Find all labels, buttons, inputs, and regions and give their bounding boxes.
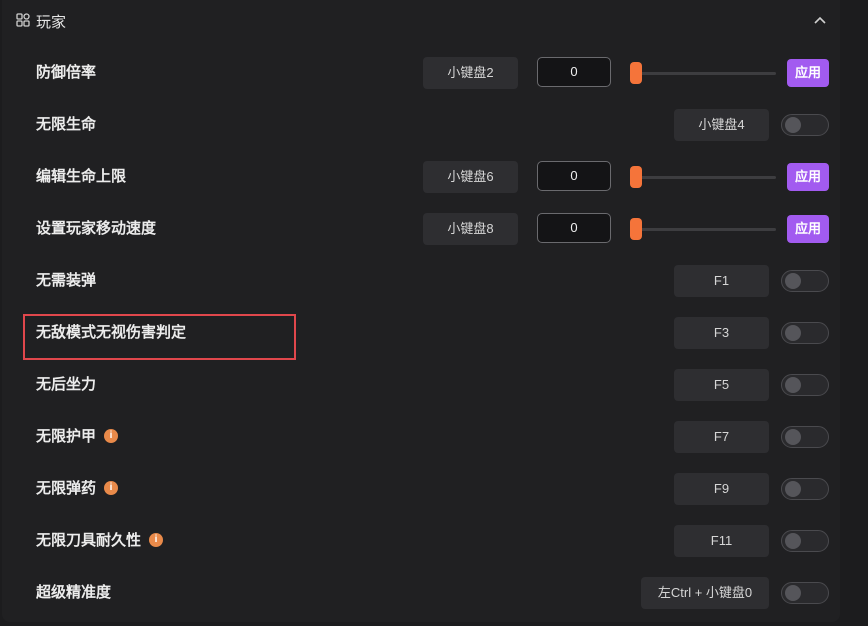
toggle-knob xyxy=(785,533,801,549)
option-label-text: 编辑生命上限 xyxy=(36,168,127,185)
value-slider[interactable] xyxy=(630,213,776,245)
section-header[interactable]: 玩家 xyxy=(2,0,840,42)
option-label-text: 无需装弹 xyxy=(36,272,97,289)
option-row: 无敌模式无视伤害判定 F3 xyxy=(2,307,840,359)
hotkey-button[interactable]: F1 xyxy=(674,265,769,297)
toggle-switch[interactable] xyxy=(781,582,829,604)
hotkey-button[interactable]: F9 xyxy=(674,473,769,505)
slider-thumb[interactable] xyxy=(630,62,642,84)
toggle-knob xyxy=(785,377,801,393)
slider-thumb[interactable] xyxy=(630,218,642,240)
option-row: 无限刀具耐久性 i F11 xyxy=(2,515,840,567)
toggle-switch[interactable] xyxy=(781,322,829,344)
value-slider[interactable] xyxy=(630,161,776,193)
hotkey-button[interactable]: 小键盘6 xyxy=(423,161,518,193)
option-row: 无限弹药 i F9 xyxy=(2,463,840,515)
option-label-text: 防御倍率 xyxy=(36,64,97,81)
player-section-panel: 玩家 防御倍率 小键盘2 0 应用 无限生命 小键盘4 编辑生命上限 小键盘6 0 应用 设置玩家移… xyxy=(2,0,840,622)
option-row: 无限生命 小键盘4 xyxy=(2,99,840,151)
option-label: 超级精准度 xyxy=(36,567,111,619)
value-input[interactable]: 0 xyxy=(537,213,611,243)
option-label-text: 超级精准度 xyxy=(36,584,112,601)
apply-button[interactable]: 应用 xyxy=(787,59,829,87)
option-label: 无限护甲 i xyxy=(36,411,119,463)
option-row: 编辑生命上限 小键盘6 0 应用 xyxy=(2,151,840,203)
slider-track xyxy=(636,176,776,179)
value-input[interactable]: 0 xyxy=(537,57,611,87)
toggle-switch[interactable] xyxy=(781,530,829,552)
option-label: 无限刀具耐久性 i xyxy=(36,515,164,567)
value-slider[interactable] xyxy=(630,57,776,89)
slider-thumb[interactable] xyxy=(630,166,642,188)
slider-track xyxy=(636,228,776,231)
option-row: 无限护甲 i F7 xyxy=(2,411,840,463)
hotkey-button[interactable]: F11 xyxy=(674,525,769,557)
hotkey-button[interactable]: F5 xyxy=(674,369,769,401)
option-label-text: 无限护甲 xyxy=(36,428,97,445)
toggle-knob xyxy=(785,429,801,445)
toggle-knob xyxy=(785,585,801,601)
option-label: 防御倍率 xyxy=(36,47,96,99)
option-label: 无敌模式无视伤害判定 xyxy=(36,307,186,359)
toggle-knob xyxy=(785,117,801,133)
toggle-switch[interactable] xyxy=(781,270,829,292)
info-icon[interactable]: i xyxy=(149,533,164,548)
hotkey-button[interactable]: F3 xyxy=(674,317,769,349)
option-label-text: 无敌模式无视伤害判定 xyxy=(36,324,187,341)
apply-button[interactable]: 应用 xyxy=(787,163,829,191)
option-label: 设置玩家移动速度 xyxy=(36,203,156,255)
option-label-text: 无后坐力 xyxy=(36,376,97,393)
hotkey-button[interactable]: 小键盘4 xyxy=(674,109,769,141)
hotkey-button[interactable]: 左Ctrl + 小键盘0 xyxy=(641,577,769,609)
option-row: 无需装弹 F1 xyxy=(2,255,840,307)
apply-button[interactable]: 应用 xyxy=(787,215,829,243)
option-label: 编辑生命上限 xyxy=(36,151,126,203)
option-label: 无限弹药 i xyxy=(36,463,119,515)
option-label: 无需装弹 xyxy=(36,255,96,307)
toggle-knob xyxy=(785,325,801,341)
chevron-up-icon[interactable] xyxy=(812,13,828,29)
hotkey-button[interactable]: 小键盘8 xyxy=(423,213,518,245)
value-input[interactable]: 0 xyxy=(537,161,611,191)
toggle-knob xyxy=(785,481,801,497)
option-row: 防御倍率 小键盘2 0 应用 xyxy=(2,47,840,99)
section-title: 玩家 xyxy=(36,14,67,31)
option-row: 无后坐力 F5 xyxy=(2,359,840,411)
info-icon[interactable]: i xyxy=(104,429,119,444)
option-label-text: 无限生命 xyxy=(36,116,97,133)
hotkey-button[interactable]: F7 xyxy=(674,421,769,453)
toggle-switch[interactable] xyxy=(781,426,829,448)
toggle-switch[interactable] xyxy=(781,478,829,500)
option-label-text: 设置玩家移动速度 xyxy=(36,220,157,237)
toggle-switch[interactable] xyxy=(781,114,829,136)
option-label: 无限生命 xyxy=(36,99,96,151)
option-row: 设置玩家移动速度 小键盘8 0 应用 xyxy=(2,203,840,255)
toggle-switch[interactable] xyxy=(781,374,829,396)
option-label: 无后坐力 xyxy=(36,359,96,411)
toggle-knob xyxy=(785,273,801,289)
option-row: 超级精准度 左Ctrl + 小键盘0 xyxy=(2,567,840,619)
option-label-text: 无限刀具耐久性 xyxy=(36,532,142,549)
info-icon[interactable]: i xyxy=(104,481,119,496)
slider-track xyxy=(636,72,776,75)
hotkey-button[interactable]: 小键盘2 xyxy=(423,57,518,89)
grid-icon xyxy=(16,13,30,27)
option-label-text: 无限弹药 xyxy=(36,480,97,497)
